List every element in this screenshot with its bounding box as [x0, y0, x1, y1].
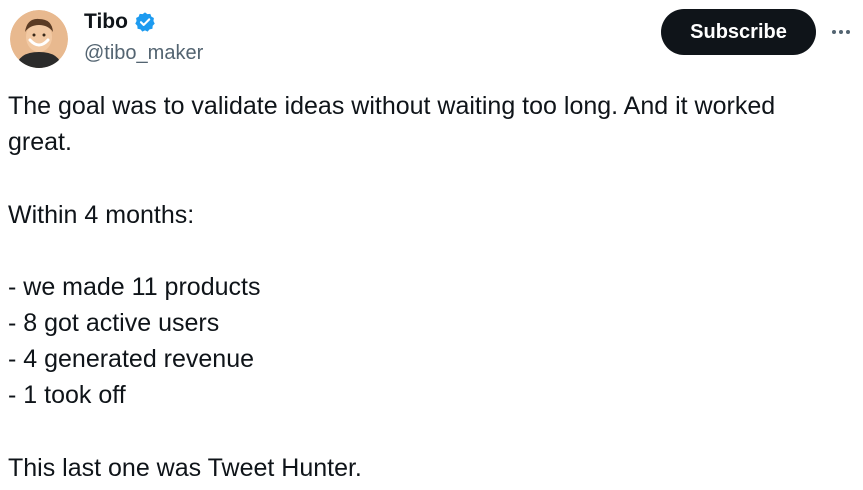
avatar[interactable]: [10, 10, 68, 68]
more-dot: [832, 30, 836, 34]
more-options-icon[interactable]: [826, 22, 856, 42]
more-dot: [839, 30, 843, 34]
verified-badge-icon: [135, 12, 155, 32]
tweet-list-item: - 1 took off: [8, 381, 126, 409]
tweet-list-item: - we made 11 products: [8, 273, 261, 301]
tweet-text-line: Within 4 months:: [8, 201, 195, 229]
author-display-name[interactable]: Tibo: [84, 9, 128, 35]
tweet-card: Tibo @tibo_maker Subscribe The goal was …: [0, 0, 863, 490]
avatar-image: [10, 10, 68, 68]
author-handle[interactable]: @tibo_maker: [84, 41, 203, 65]
tweet-list-item: - 8 got active users: [8, 309, 220, 337]
more-dot: [846, 30, 850, 34]
tweet-list-item: - 4 generated revenue: [8, 345, 255, 373]
tweet-text-line: great.: [8, 128, 72, 156]
subscribe-button[interactable]: Subscribe: [661, 9, 816, 55]
tweet-text-line: This last one was Tweet Hunter.: [8, 454, 362, 482]
tweet-text-line: The goal was to validate ideas without w…: [8, 92, 776, 120]
author-name-row: Tibo: [84, 9, 156, 35]
